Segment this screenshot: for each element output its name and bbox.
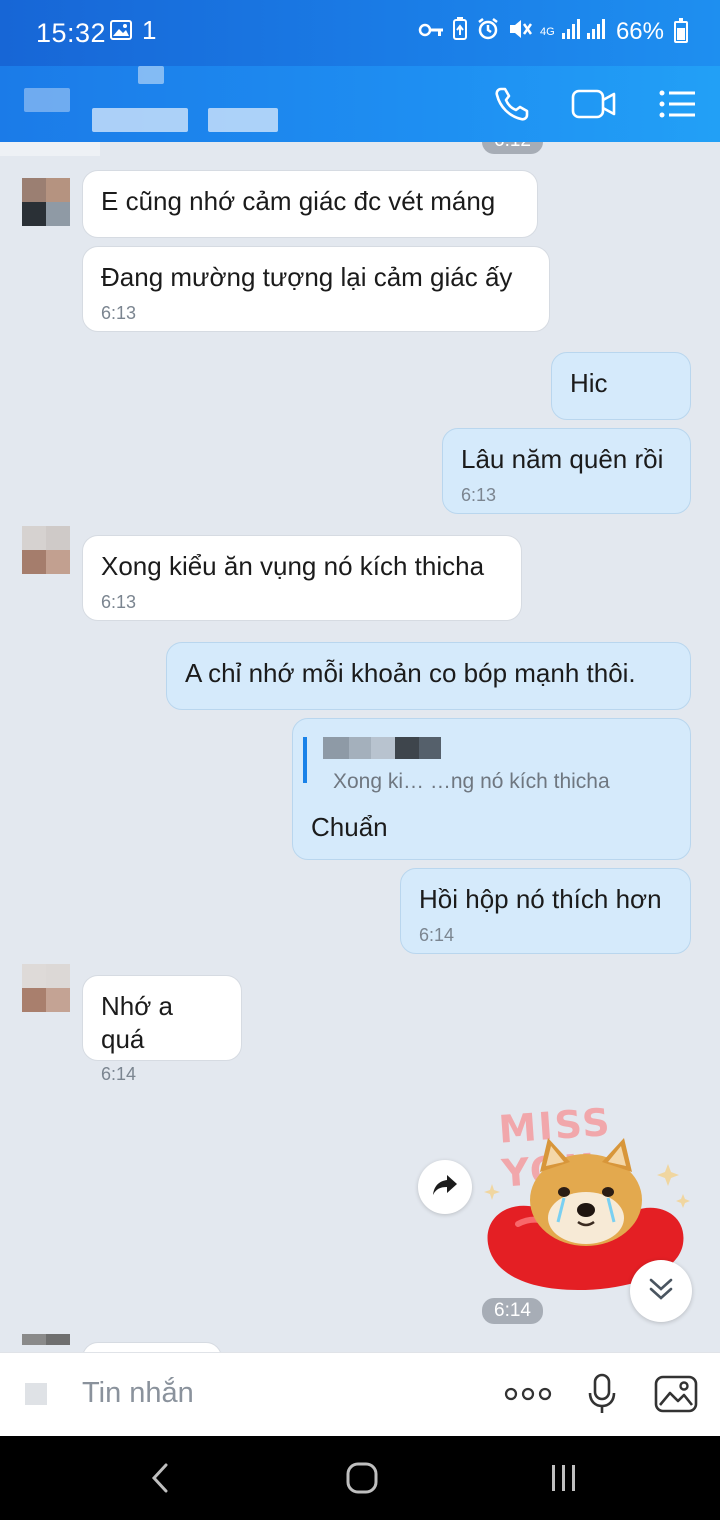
share-arrow-icon bbox=[432, 1174, 458, 1201]
message-bubble-outgoing[interactable]: Hic bbox=[551, 352, 691, 420]
message-bubble-outgoing[interactable]: Lâu năm quên rồi 6:13 bbox=[442, 428, 691, 514]
sticker-time: 6:14 bbox=[482, 1298, 543, 1324]
quote-bar bbox=[303, 737, 307, 783]
message-text: Hồi hộp nó thích hơn bbox=[419, 884, 662, 914]
microphone-icon[interactable] bbox=[584, 1369, 620, 1419]
network-type: 4G bbox=[539, 26, 555, 38]
battery-saver-icon bbox=[452, 17, 468, 47]
chat-header bbox=[0, 66, 720, 142]
battery-percent: 66% bbox=[615, 18, 664, 45]
message-bubble-incoming[interactable]: Xong kiểu ăn vụng nó kích thicha 6:13 bbox=[82, 535, 522, 621]
message-bubble-incoming[interactable]: Nhớ a quá 6:14 bbox=[82, 975, 242, 1084]
message-time: 6:14 bbox=[419, 924, 455, 945]
alarm-icon bbox=[476, 17, 500, 47]
quoted-message-text: Xong ki… …ng nó kích thicha bbox=[333, 770, 610, 793]
status-bar: 15:32 1 4G 66% bbox=[0, 0, 720, 66]
battery-icon bbox=[674, 18, 688, 43]
message-bubble-outgoing[interactable]: A chỉ nhớ mỗi khoản co bóp mạnh thôi. bbox=[166, 642, 691, 710]
message-bubble-outgoing[interactable]: Hồi hộp nó thích hơn 6:14 bbox=[400, 868, 691, 954]
menu-list-icon[interactable] bbox=[654, 80, 702, 128]
message-text: Đang mường tượng lại cảm giác ấy bbox=[101, 262, 513, 292]
forward-share-button[interactable] bbox=[418, 1160, 472, 1214]
avatar[interactable] bbox=[22, 1334, 70, 1352]
gallery-image-icon[interactable] bbox=[652, 1369, 700, 1419]
time-pill-top: 6:12 bbox=[482, 142, 543, 154]
message-text: Lâu năm quên rồi bbox=[461, 444, 664, 474]
message-text: Nhớ a quá bbox=[101, 991, 173, 1054]
message-text: E cũng nhớ cảm giác đc vét máng bbox=[101, 186, 496, 216]
notification-count: 1 bbox=[142, 15, 157, 45]
video-call-icon[interactable] bbox=[570, 80, 618, 128]
contact-name-blurred[interactable] bbox=[90, 66, 290, 142]
message-bubble-incoming-partial[interactable] bbox=[82, 1342, 222, 1352]
status-time: 15:32 bbox=[36, 18, 107, 48]
more-options-icon[interactable] bbox=[502, 1369, 554, 1419]
message-input-bar: Tin nhắn bbox=[0, 1352, 720, 1436]
message-bubble-outgoing-reply[interactable]: Xong ki… …ng nó kích thicha Chuẩn bbox=[292, 718, 691, 860]
back-area-blurred[interactable] bbox=[0, 66, 90, 142]
chat-area[interactable]: 6:12 E cũng nhớ cảm giác đc vét máng Đan… bbox=[0, 142, 720, 1352]
system-nav-bar bbox=[0, 1436, 720, 1520]
message-bubble-incoming[interactable]: Đang mường tượng lại cảm giác ấy 6:13 bbox=[82, 246, 550, 332]
message-bubble-incoming[interactable]: E cũng nhớ cảm giác đc vét máng bbox=[82, 170, 538, 238]
double-chevron-down-icon bbox=[648, 1277, 674, 1306]
blur-overlay-top bbox=[0, 142, 100, 156]
message-text: Xong kiểu ăn vụng nó kích thicha bbox=[101, 551, 485, 581]
message-input[interactable]: Tin nhắn bbox=[82, 1377, 194, 1410]
signal-icon bbox=[561, 19, 608, 45]
message-time: 6:14 bbox=[101, 1064, 137, 1084]
image-icon bbox=[110, 20, 132, 46]
message-time: 6:13 bbox=[101, 591, 137, 612]
avatar[interactable] bbox=[22, 964, 70, 1012]
message-time: 6:13 bbox=[101, 302, 137, 323]
scroll-to-bottom-button[interactable] bbox=[630, 1260, 692, 1322]
back-nav-icon[interactable] bbox=[130, 1458, 190, 1498]
message-time: 6:13 bbox=[461, 484, 497, 505]
avatar[interactable] bbox=[22, 178, 70, 226]
home-nav-icon[interactable] bbox=[332, 1458, 392, 1498]
phone-call-icon[interactable] bbox=[488, 80, 536, 128]
message-text: Chuẩn bbox=[311, 812, 388, 842]
message-text: Hic bbox=[570, 368, 608, 398]
recent-apps-nav-icon[interactable] bbox=[534, 1458, 594, 1498]
message-text: A chỉ nhớ mỗi khoản co bóp mạnh thôi. bbox=[185, 658, 636, 688]
mute-icon bbox=[508, 18, 532, 46]
sticker-picker-icon[interactable] bbox=[22, 1369, 50, 1419]
avatar[interactable] bbox=[22, 526, 70, 574]
vpn-key-icon bbox=[418, 21, 444, 44]
